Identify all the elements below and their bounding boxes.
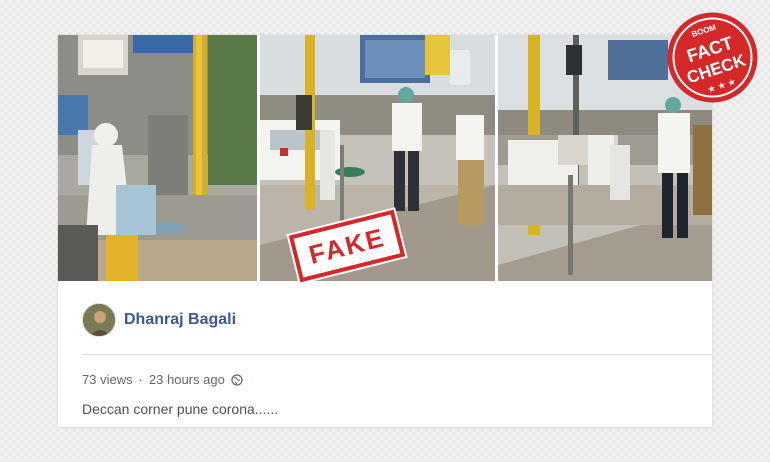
post-meta: 73 views · 23 hours ago <box>82 372 243 387</box>
view-count: 73 views <box>82 372 133 387</box>
globe-icon[interactable] <box>231 373 243 386</box>
avatar[interactable] <box>82 303 116 337</box>
post-photo-1[interactable] <box>58 35 257 281</box>
meta-separator: · <box>138 372 143 387</box>
post-divider <box>82 354 712 355</box>
author-name-link[interactable]: Dhanraj Bagali <box>124 311 236 329</box>
post-caption: Deccan corner pune corona...... <box>82 401 279 417</box>
post-author-row: Dhanraj Bagali <box>82 303 236 337</box>
post-timestamp[interactable]: 23 hours ago <box>149 372 225 387</box>
boom-fact-check-badge: BOOM FACT CHECK ★ ★ ★ <box>665 10 760 105</box>
